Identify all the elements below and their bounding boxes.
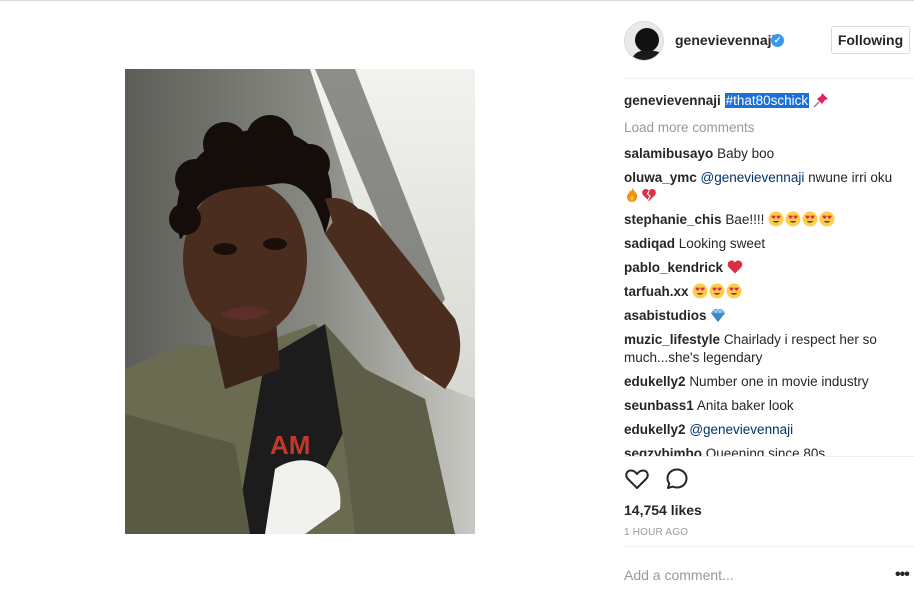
comment-item: edukelly2 @genevievennaji [624,421,914,439]
gem-emoji [711,308,726,322]
comment-username[interactable]: segzybimbo [624,446,702,456]
comment-text: Number one in movie industry [689,374,869,389]
post-header: genevievennaji ✓ Following [600,1,914,79]
broken-heart-emoji [642,189,656,201]
following-button[interactable]: Following [831,26,910,54]
author-username[interactable]: genevievennaji [675,32,775,48]
comment-username[interactable]: seunbass1 [624,398,694,413]
comment-mention[interactable]: @genevievennaji [701,170,805,185]
post-photo[interactable]: AM [125,69,475,534]
comment-text: Looking sweet [678,236,766,251]
comment-username[interactable]: oluwa_ymc [624,170,697,185]
photo-area: AM [0,1,600,599]
comment-item: pablo_kendrick [624,259,914,277]
heart-eyes-emoji [819,211,835,227]
comment-username[interactable]: stephanie_chis [624,212,722,227]
caption-username[interactable]: genevievennaji [624,93,721,108]
actions-divider [624,456,914,457]
comment-item: oluwa_ymc @genevievennaji nwune irri oku [624,169,914,205]
comment-text: nwune irri oku [808,170,893,185]
likes-count[interactable]: 14,754 likes [624,502,702,518]
load-more-comments-link[interactable]: Load more comments [624,119,914,137]
comments-list: genevievennaji #that80schick Load more c… [624,89,914,456]
heart-eyes-emoji [802,211,818,227]
more-options-button[interactable]: ••• [895,566,910,584]
post-timestamp: 1 HOUR AGO [624,527,689,538]
heart-eyes-emoji [726,283,742,299]
comment-text: Queening since 80s [705,446,826,456]
comment-text: Baby boo [717,146,775,161]
comment-item: sadiqad Looking sweet [624,235,914,253]
comment-username[interactable]: sadiqad [624,236,675,251]
comment-item: segzybimbo Queening since 80s [624,445,914,456]
svg-text:AM: AM [270,430,310,460]
heart-eyes-emoji [785,211,801,227]
comment-item: tarfuah.xx [624,283,914,301]
comment-item: salamibusayo Baby boo [624,145,914,163]
comment-username[interactable]: asabistudios [624,308,707,323]
heart-eyes-emoji [692,283,708,299]
comment-username[interactable]: pablo_kendrick [624,260,723,275]
comment-username[interactable]: edukelly2 [624,422,686,437]
fire-emoji [627,188,638,202]
heart-eyes-emoji [709,283,725,299]
comment-item: asabistudios [624,307,914,325]
comment-item: edukelly2 Number one in movie industry [624,373,914,391]
red-heart-emoji [727,260,743,274]
comment-username[interactable]: salamibusayo [624,146,713,161]
heart-eyes-emoji [768,211,784,227]
comment-icon[interactable] [664,466,690,492]
comment-text: Bae!!!! [725,212,765,227]
comment-item: seunbass1 Anita baker look [624,397,914,415]
comment-item: stephanie_chis Bae!!!! [624,211,914,229]
comment-username[interactable]: edukelly2 [624,374,686,389]
caption-hashtag[interactable]: #that80schick [724,93,810,108]
header-divider [624,78,914,79]
pushpin-emoji [813,93,828,108]
comment-username[interactable]: tarfuah.xx [624,284,689,299]
comment-text: Anita baker look [696,398,794,413]
post-sidebar: genevievennaji ✓ Following genevievennaj… [600,1,914,599]
avatar[interactable] [624,21,664,61]
comment-username[interactable]: muzic_lifestyle [624,332,720,347]
heart-icon[interactable] [624,466,650,492]
verified-badge-icon: ✓ [771,34,784,47]
add-comment-input[interactable] [624,566,874,584]
comment-mention[interactable]: @genevievennaji [689,422,793,437]
comment-item: muzic_lifestyle Chairlady i respect her … [624,331,914,367]
post-caption: genevievennaji #that80schick [624,92,914,110]
comment-input-divider [624,546,914,547]
